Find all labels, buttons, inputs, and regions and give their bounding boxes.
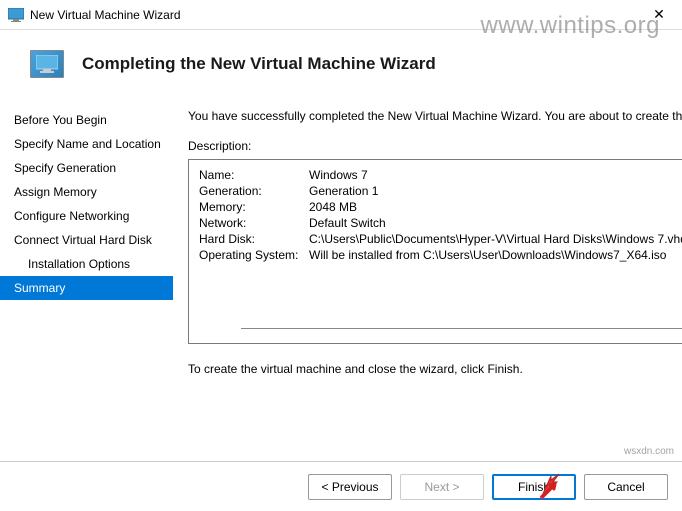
cancel-button[interactable]: Cancel	[584, 474, 668, 500]
button-bar: < Previous Next > Finish Cancel	[0, 461, 682, 511]
desc-row-generation: Generation: Generation 1	[199, 184, 682, 198]
desc-val-harddisk: C:\Users\Public\Documents\Hyper-V\Virtua…	[309, 232, 682, 246]
previous-button[interactable]: < Previous	[308, 474, 392, 500]
desc-val-os: Will be installed from C:\Users\User\Dow…	[309, 248, 666, 262]
titlebar-title: New Virtual Machine Wizard	[30, 8, 644, 22]
desc-val-memory: 2048 MB	[309, 200, 357, 214]
desc-key-name: Name:	[199, 168, 309, 182]
desc-key-os: Operating System:	[199, 248, 309, 262]
sidebar-item-specify-name[interactable]: Specify Name and Location	[0, 132, 173, 156]
wizard-header-icon	[30, 50, 64, 78]
desc-row-harddisk: Hard Disk: C:\Users\Public\Documents\Hyp…	[199, 232, 682, 246]
sidebar-item-summary[interactable]: Summary	[0, 276, 173, 300]
sidebar-item-connect-disk[interactable]: Connect Virtual Hard Disk	[0, 228, 173, 252]
desc-row-network: Network: Default Switch	[199, 216, 682, 230]
desc-key-memory: Memory:	[199, 200, 309, 214]
desc-row-os: Operating System: Will be installed from…	[199, 248, 682, 262]
page-title: Completing the New Virtual Machine Wizar…	[82, 54, 436, 74]
finish-button[interactable]: Finish	[492, 474, 576, 500]
sidebar-item-assign-memory[interactable]: Assign Memory	[0, 180, 173, 204]
next-button: Next >	[400, 474, 484, 500]
desc-row-name: Name: Windows 7	[199, 168, 682, 182]
description-label: Description:	[188, 139, 682, 153]
sidebar: Before You Begin Specify Name and Locati…	[0, 108, 173, 468]
desc-key-generation: Generation:	[199, 184, 309, 198]
description-box: Name: Windows 7 Generation: Generation 1…	[188, 159, 682, 344]
main-area: Before You Begin Specify Name and Locati…	[0, 108, 682, 468]
desc-val-name: Windows 7	[309, 168, 368, 182]
finish-instruction-text: To create the virtual machine and close …	[188, 362, 682, 376]
sidebar-item-installation-options[interactable]: Installation Options	[0, 252, 173, 276]
header-section: Completing the New Virtual Machine Wizar…	[0, 30, 682, 108]
titlebar: New Virtual Machine Wizard ✕	[0, 0, 682, 30]
intro-text: You have successfully completed the New …	[188, 108, 682, 125]
desc-row-memory: Memory: 2048 MB	[199, 200, 682, 214]
sidebar-item-before-you-begin[interactable]: Before You Begin	[0, 108, 173, 132]
sidebar-item-specify-generation[interactable]: Specify Generation	[0, 156, 173, 180]
content-panel: You have successfully completed the New …	[173, 108, 682, 468]
desc-key-network: Network:	[199, 216, 309, 230]
hyperv-icon	[8, 7, 24, 23]
sidebar-item-configure-networking[interactable]: Configure Networking	[0, 204, 173, 228]
desc-key-harddisk: Hard Disk:	[199, 232, 309, 246]
close-button[interactable]: ✕	[644, 0, 674, 30]
desc-val-generation: Generation 1	[309, 184, 378, 198]
desc-val-network: Default Switch	[309, 216, 386, 230]
description-scrollbar-track[interactable]	[241, 328, 682, 329]
